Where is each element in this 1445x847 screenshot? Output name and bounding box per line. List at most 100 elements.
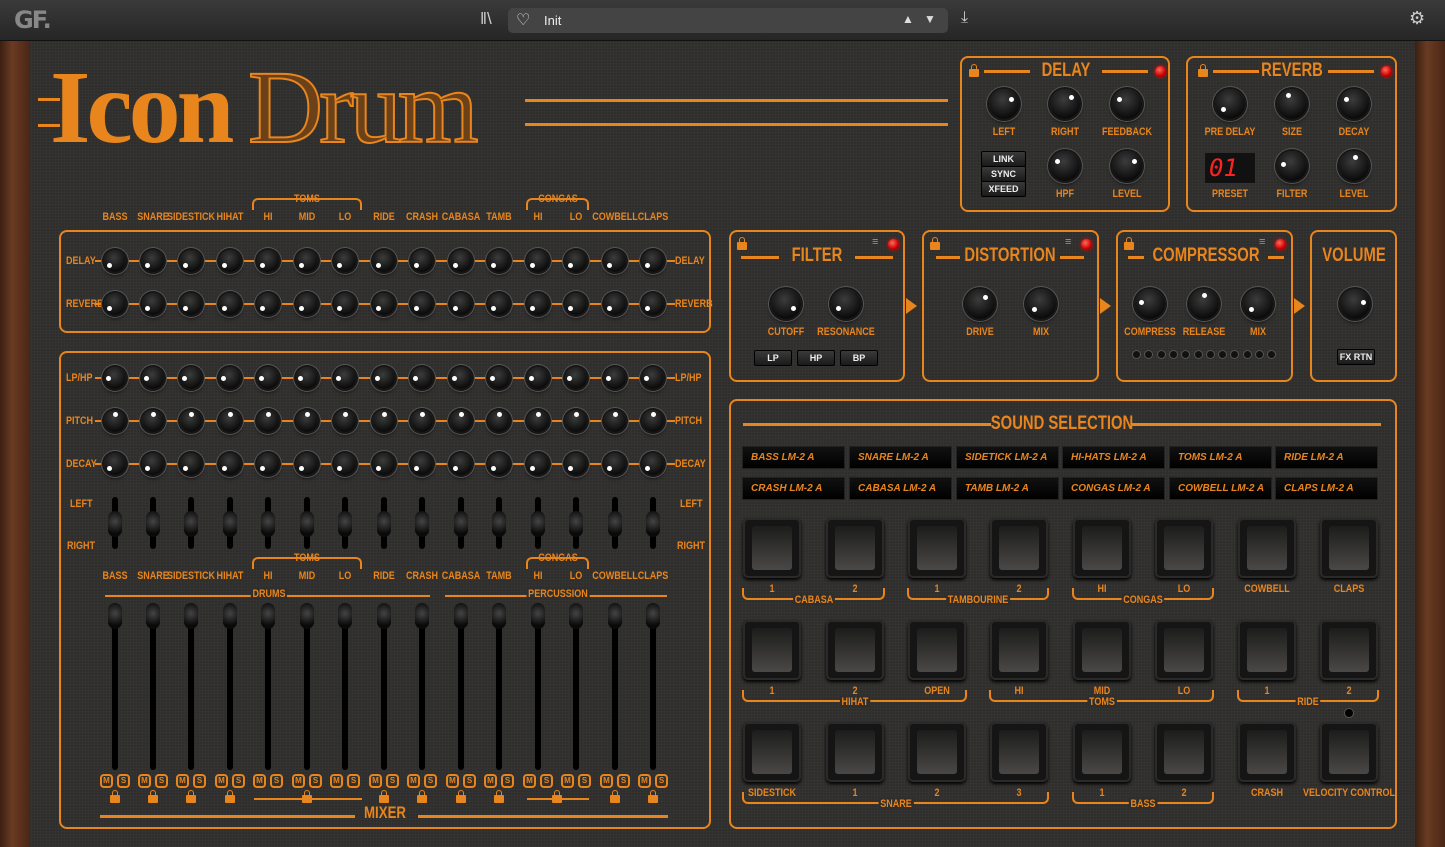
lock-icon[interactable] — [930, 237, 940, 250]
delay-hpf-knob[interactable] — [1050, 151, 1080, 181]
pan-slider-9[interactable] — [415, 511, 429, 537]
reverb-send-knob-4[interactable] — [219, 293, 241, 315]
decay-knob-15[interactable] — [642, 453, 664, 475]
pitch-knob-4[interactable] — [219, 410, 241, 432]
lp-button[interactable]: LP — [754, 350, 792, 366]
decay-knob-4[interactable] — [219, 453, 241, 475]
pan-slider-10[interactable] — [454, 511, 468, 537]
lphp-knob-2[interactable] — [142, 367, 164, 389]
decay-knob-12[interactable] — [527, 453, 549, 475]
volume-fader-4[interactable] — [223, 603, 237, 629]
bp-button[interactable]: BP — [840, 350, 878, 366]
filter-cutoff-knob[interactable] — [771, 289, 801, 319]
delay-send-knob-7[interactable] — [334, 250, 356, 272]
pan-slider-8[interactable] — [377, 511, 391, 537]
delay-send-knob-9[interactable] — [411, 250, 433, 272]
decay-knob-9[interactable] — [411, 453, 433, 475]
volume-fader-11[interactable] — [492, 603, 506, 629]
drum-pad-r1-1[interactable] — [743, 518, 801, 578]
pitch-knob-8[interactable] — [373, 410, 395, 432]
distortion-drive-knob[interactable] — [965, 289, 995, 319]
volume-fader-3[interactable] — [184, 603, 198, 629]
drum-pad-r3-8[interactable] — [1320, 722, 1378, 782]
decay-knob-13[interactable] — [565, 453, 587, 475]
down-arrow-icon[interactable]: ▼ — [924, 12, 936, 26]
drum-pad-r1-8[interactable] — [1320, 518, 1378, 578]
pan-slider-13[interactable] — [569, 511, 583, 537]
delay-send-knob-12[interactable] — [527, 250, 549, 272]
drum-pad-r2-7[interactable] — [1238, 620, 1296, 680]
volume-fader-12[interactable] — [531, 603, 545, 629]
pan-slider-12[interactable] — [531, 511, 545, 537]
mute-button-15[interactable]: M — [638, 774, 651, 788]
reverb-send-knob-7[interactable] — [334, 293, 356, 315]
mute-button-4[interactable]: M — [215, 774, 228, 788]
reverb-send-knob-3[interactable] — [180, 293, 202, 315]
volume-fader-2[interactable] — [146, 603, 160, 629]
decay-knob-5[interactable] — [257, 453, 279, 475]
delay-send-knob-10[interactable] — [450, 250, 472, 272]
channel-lock-icon[interactable] — [456, 790, 466, 803]
solo-button-6[interactable]: S — [309, 774, 322, 788]
pitch-knob-11[interactable] — [488, 410, 510, 432]
filter-power-led[interactable] — [888, 239, 899, 250]
gear-icon[interactable]: ⚙ — [1409, 8, 1425, 29]
lphp-knob-7[interactable] — [334, 367, 356, 389]
pan-slider-7[interactable] — [338, 511, 352, 537]
lphp-knob-5[interactable] — [257, 367, 279, 389]
solo-button-8[interactable]: S — [386, 774, 399, 788]
delay-right-knob[interactable] — [1050, 89, 1080, 119]
volume-fader-1[interactable] — [108, 603, 122, 629]
drum-pad-r1-2[interactable] — [826, 518, 884, 578]
pan-slider-4[interactable] — [223, 511, 237, 537]
reverb-decay-knob[interactable] — [1339, 89, 1369, 119]
reverb-send-knob-6[interactable] — [296, 293, 318, 315]
link-button[interactable]: LINK — [981, 151, 1026, 167]
menu-icon[interactable]: ≡ — [1259, 236, 1265, 248]
channel-lock-icon[interactable] — [148, 790, 158, 803]
solo-button-12[interactable]: S — [540, 774, 553, 788]
delay-left-knob[interactable] — [989, 89, 1019, 119]
decay-knob-8[interactable] — [373, 453, 395, 475]
compressor-power-led[interactable] — [1275, 239, 1286, 250]
mute-button-6[interactable]: M — [292, 774, 305, 788]
mute-button-11[interactable]: M — [484, 774, 497, 788]
drum-pad-r2-2[interactable] — [826, 620, 884, 680]
reverb-send-knob-9[interactable] — [411, 293, 433, 315]
decay-knob-3[interactable] — [180, 453, 202, 475]
drum-pad-r2-6[interactable] — [1155, 620, 1213, 680]
lphp-knob-6[interactable] — [296, 367, 318, 389]
pan-slider-14[interactable] — [608, 511, 622, 537]
delay-send-knob-6[interactable] — [296, 250, 318, 272]
drum-pad-r3-6[interactable] — [1155, 722, 1213, 782]
delay-send-knob-13[interactable] — [565, 250, 587, 272]
pitch-knob-2[interactable] — [142, 410, 164, 432]
pitch-knob-3[interactable] — [180, 410, 202, 432]
sound-display-2[interactable]: SNARE LM-2 A — [849, 446, 952, 469]
lock-icon[interactable] — [737, 237, 747, 250]
library-icon[interactable]: ‖\ — [480, 9, 492, 29]
xfeed-button[interactable]: XFEED — [981, 181, 1026, 197]
lphp-knob-1[interactable] — [104, 367, 126, 389]
lphp-knob-8[interactable] — [373, 367, 395, 389]
mute-button-13[interactable]: M — [561, 774, 574, 788]
decay-knob-2[interactable] — [142, 453, 164, 475]
volume-fader-15[interactable] — [646, 603, 660, 629]
lock-icon[interactable] — [1198, 64, 1208, 77]
solo-button-15[interactable]: S — [655, 774, 668, 788]
reverb-filter-knob[interactable] — [1277, 151, 1307, 181]
reverb-send-knob-10[interactable] — [450, 293, 472, 315]
sound-display-9[interactable]: TAMB LM-2 A — [956, 477, 1059, 500]
compressor-compress-knob[interactable] — [1135, 289, 1165, 319]
channel-lock-icon[interactable] — [225, 790, 235, 803]
lphp-knob-14[interactable] — [604, 367, 626, 389]
sound-display-6[interactable]: RIDE LM-2 A — [1275, 446, 1378, 469]
delay-send-knob-4[interactable] — [219, 250, 241, 272]
pitch-knob-5[interactable] — [257, 410, 279, 432]
reverb-preset-display[interactable]: 01 — [1205, 153, 1255, 183]
menu-icon[interactable]: ≡ — [1065, 236, 1071, 248]
reverb-send-knob-1[interactable] — [104, 293, 126, 315]
solo-button-10[interactable]: S — [463, 774, 476, 788]
compressor-release-knob[interactable] — [1189, 289, 1219, 319]
reverb-send-knob-8[interactable] — [373, 293, 395, 315]
